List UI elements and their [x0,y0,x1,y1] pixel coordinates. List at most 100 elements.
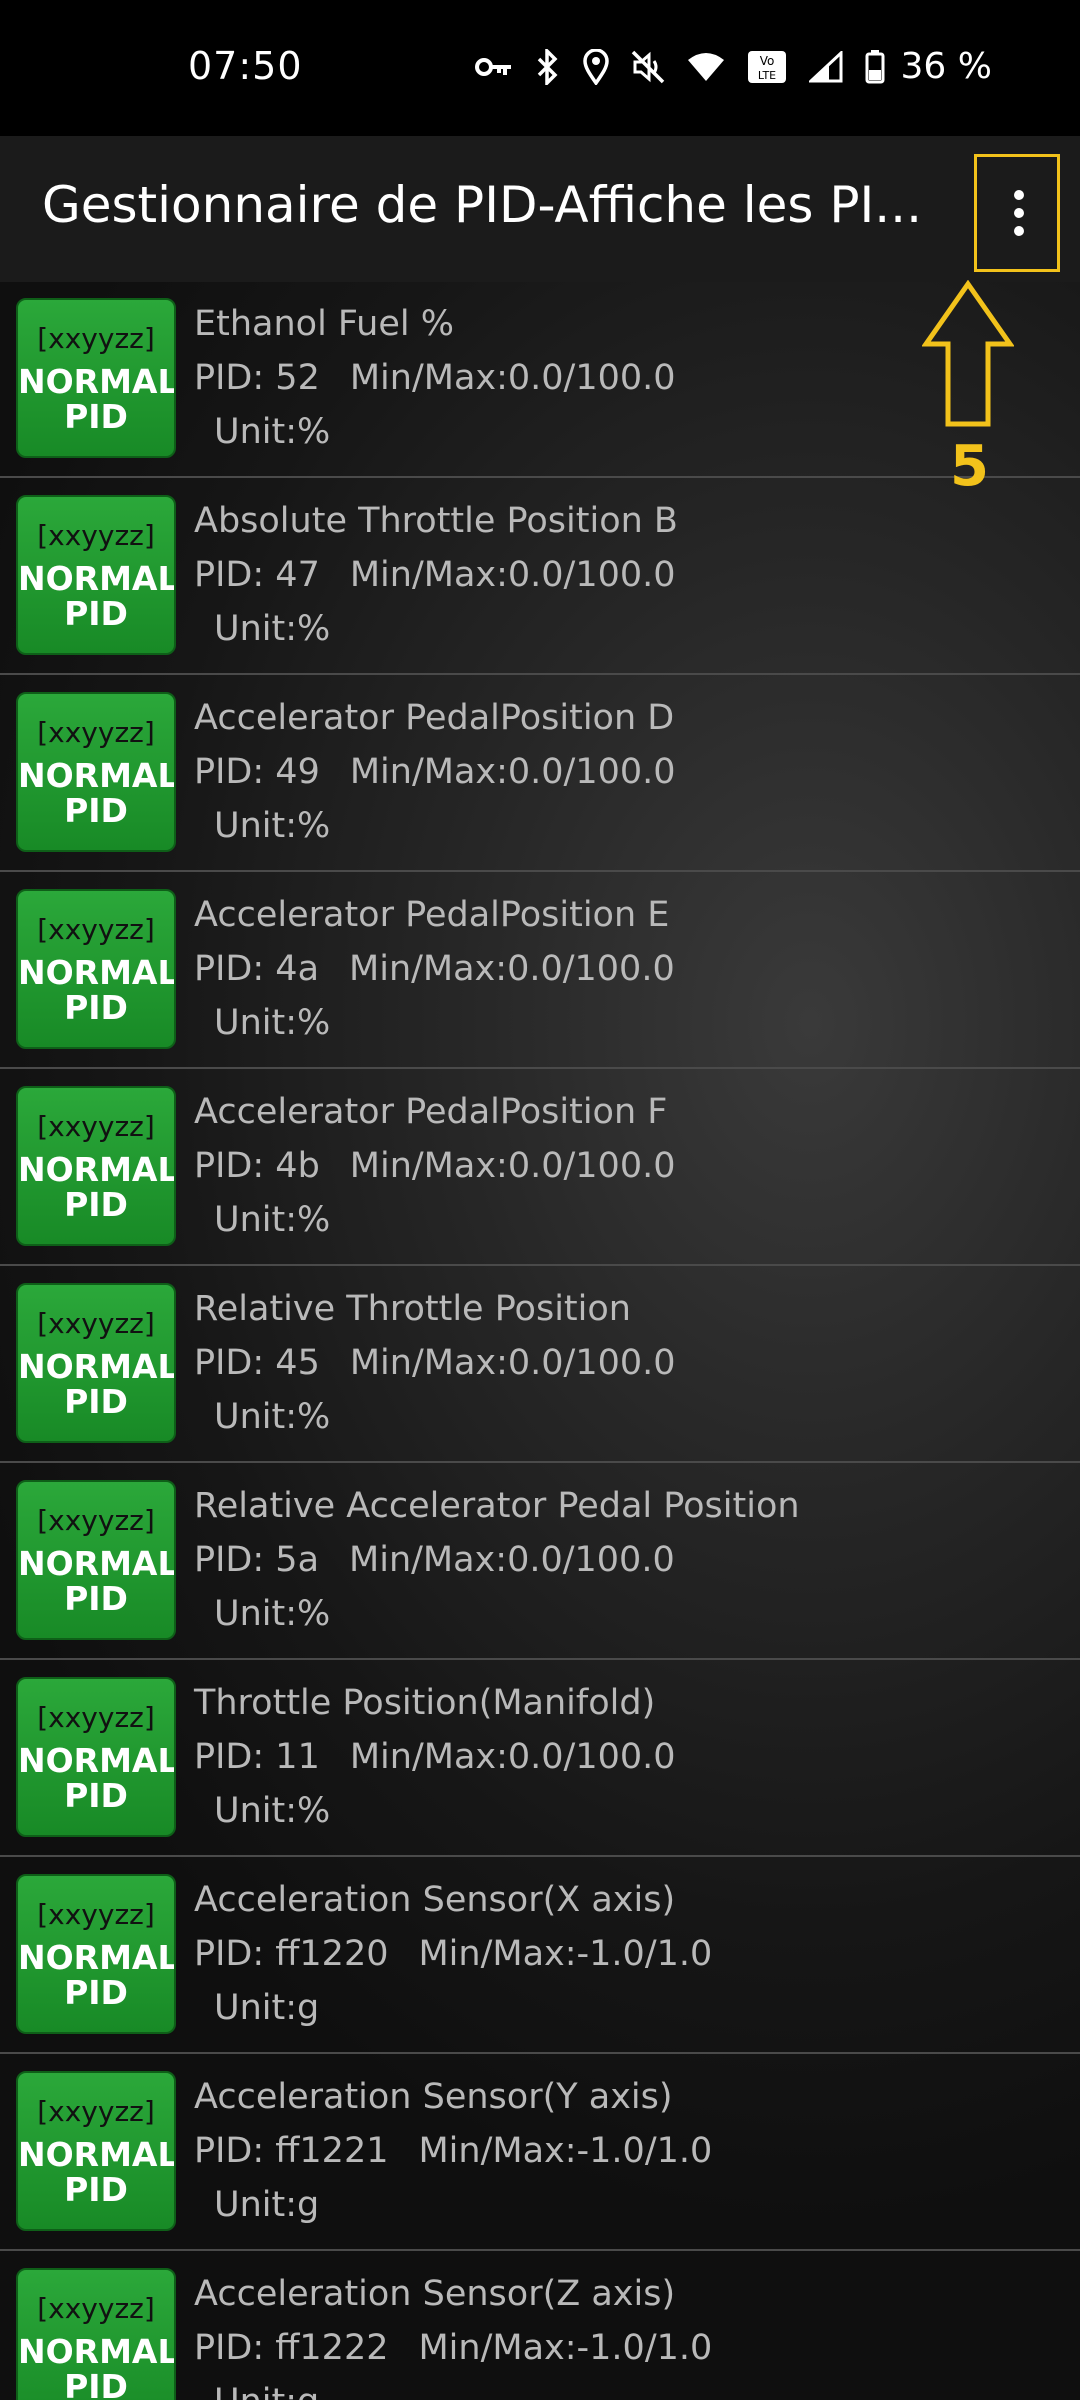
badge-line2: PID [64,988,128,1027]
normal-pid-badge: [xxyyzz] NORMAL PID [16,1086,176,1246]
pid-minmax: Min/Max:-1.0/1.0 [418,2131,713,2171]
normal-pid-badge: [xxyyzz] NORMAL PID [16,298,176,458]
pid-name: Relative Accelerator Pedal Position [194,1486,800,1526]
annotation-arrow-icon [922,280,1014,427]
svg-text:Vo: Vo [759,54,774,68]
pid-info: PID: 52 Min/Max:0.0/100.0 [194,358,676,398]
pid-name: Accelerator PedalPosition E [194,895,670,935]
normal-pid-badge: [xxyyzz] NORMAL PID [16,1874,176,2034]
badge-line2: PID [64,1382,128,1421]
badge-line2: PID [64,594,128,633]
badge-line2: PID [64,1776,128,1815]
pid-list-item[interactable]: [xxyyzz] NORMAL PID Acceleration Sensor(… [0,2252,1080,2400]
pid-info: PID: 4a Min/Max:0.0/100.0 [194,949,675,989]
badge-line2: PID [64,1579,128,1618]
pid-unit: Unit:% [214,1003,331,1043]
pid-list-item[interactable]: [xxyyzz] NORMAL PID Relative Throttle Po… [0,1267,1080,1463]
badge-code: [xxyyzz] [37,1701,155,1734]
pid-unit: Unit:g [214,2185,320,2225]
pid-list-item[interactable]: [xxyyzz] NORMAL PID Accelerator PedalPos… [0,873,1080,1069]
normal-pid-badge: [xxyyzz] NORMAL PID [16,1677,176,1837]
badge-line2: PID [64,397,128,436]
pid-info: PID: 47 Min/Max:0.0/100.0 [194,555,676,595]
pid-minmax: Min/Max:-1.0/1.0 [418,1934,713,1974]
pid-info: PID: 5a Min/Max:0.0/100.0 [194,1540,675,1580]
normal-pid-badge: [xxyyzz] NORMAL PID [16,692,176,852]
pid-list-item[interactable]: [xxyyzz] NORMAL PID Accelerator PedalPos… [0,1070,1080,1266]
pid-info: PID: 4b Min/Max:0.0/100.0 [194,1146,675,1186]
annotation-number: 5 [950,434,989,499]
pid-list-item[interactable]: [xxyyzz] NORMAL PID Absolute Throttle Po… [0,479,1080,675]
pid-code: PID: ff1221 [194,2131,389,2171]
status-bar: 07:50 Vo LTE 36 % [0,0,1080,136]
normal-pid-badge: [xxyyzz] NORMAL PID [16,889,176,1049]
pid-unit: Unit:% [214,1397,331,1437]
pid-name: Absolute Throttle Position B [194,501,678,541]
pid-unit: Unit:% [214,1594,331,1634]
badge-line1: NORMAL [18,2332,176,2371]
pid-minmax: Min/Max:0.0/100.0 [349,1343,676,1383]
pid-info: PID: 45 Min/Max:0.0/100.0 [194,1343,676,1383]
pid-unit: Unit:% [214,412,331,452]
normal-pid-badge: [xxyyzz] NORMAL PID [16,1283,176,1443]
pid-info: PID: ff1222 Min/Max:-1.0/1.0 [194,2328,712,2368]
pid-minmax: Min/Max:0.0/100.0 [349,358,676,398]
pid-list[interactable]: [xxyyzz] NORMAL PID Ethanol Fuel % PID: … [0,282,1080,2400]
app-bar: Gestionnaire de PID-Affiche les PI... [0,136,1080,282]
svg-text:LTE: LTE [757,69,775,82]
badge-code: [xxyyzz] [37,1898,155,1931]
pid-name: Acceleration Sensor(Z axis) [194,2274,676,2314]
pid-unit: Unit:g [214,2382,319,2400]
location-icon [582,48,609,85]
pid-minmax: Min/Max:0.0/100.0 [349,949,675,989]
normal-pid-badge: [xxyyzz] NORMAL PID [16,1480,176,1640]
badge-line1: NORMAL [18,1150,176,1189]
badge-line1: NORMAL [18,1741,176,1780]
pid-info: PID: 49 Min/Max:0.0/100.0 [194,752,676,792]
pid-code: PID: 4b [194,1146,320,1186]
badge-line1: NORMAL [18,756,176,795]
pid-list-item[interactable]: [xxyyzz] NORMAL PID Acceleration Sensor(… [0,2055,1080,2251]
pid-list-item[interactable]: [xxyyzz] NORMAL PID Ethanol Fuel % PID: … [0,282,1080,478]
pid-name: Acceleration Sensor(Y axis) [194,2077,673,2117]
pid-unit: Unit:% [214,609,331,649]
battery-icon [865,49,885,83]
pid-code: PID: 5a [194,1540,320,1580]
pid-name: Accelerator PedalPosition D [194,698,675,738]
badge-line2: PID [64,1973,128,2012]
pid-code: PID: 4a [194,949,320,989]
badge-line2: PID [64,1185,128,1224]
badge-code: [xxyyzz] [37,322,155,355]
normal-pid-badge: [xxyyzz] NORMAL PID [16,2071,176,2231]
pid-minmax: Min/Max:0.0/100.0 [349,752,676,792]
pid-info: PID: ff1220 Min/Max:-1.0/1.0 [194,1934,712,1974]
mute-icon [631,50,664,83]
pid-code: PID: 45 [194,1343,320,1383]
volte-icon: VoLTE [747,50,786,83]
pid-list-item[interactable]: [xxyyzz] NORMAL PID Throttle Position(Ma… [0,1661,1080,1857]
more-options-button[interactable] [974,154,1060,272]
badge-line1: NORMAL [18,1544,176,1583]
pid-list-item[interactable]: [xxyyzz] NORMAL PID Acceleration Sensor(… [0,1858,1080,2054]
pid-minmax: Min/Max:0.0/100.0 [349,1540,675,1580]
pid-minmax: Min/Max:-1.0/1.0 [418,2328,713,2368]
battery-percent: 36 % [900,46,992,87]
pid-code: PID: ff1220 [194,1934,389,1974]
more-vert-icon [1014,190,1024,236]
pid-list-item[interactable]: [xxyyzz] NORMAL PID Accelerator PedalPos… [0,676,1080,872]
pid-name: Acceleration Sensor(X axis) [194,1880,676,1920]
vpn-key-icon [474,57,511,76]
pid-list-item[interactable]: [xxyyzz] NORMAL PID Relative Accelerator… [0,1464,1080,1660]
badge-line1: NORMAL [18,2135,176,2174]
pid-name: Ethanol Fuel % [194,304,454,344]
status-time: 07:50 [188,44,303,88]
badge-code: [xxyyzz] [37,1307,155,1340]
pid-minmax: Min/Max:0.0/100.0 [349,1737,676,1777]
badge-line1: NORMAL [18,1938,176,1977]
pid-minmax: Min/Max:0.0/100.0 [349,1146,676,1186]
badge-code: [xxyyzz] [37,2095,155,2128]
badge-code: [xxyyzz] [37,519,155,552]
pid-name: Throttle Position(Manifold) [194,1683,656,1723]
pid-code: PID: 47 [194,555,320,595]
badge-code: [xxyyzz] [37,1110,155,1143]
